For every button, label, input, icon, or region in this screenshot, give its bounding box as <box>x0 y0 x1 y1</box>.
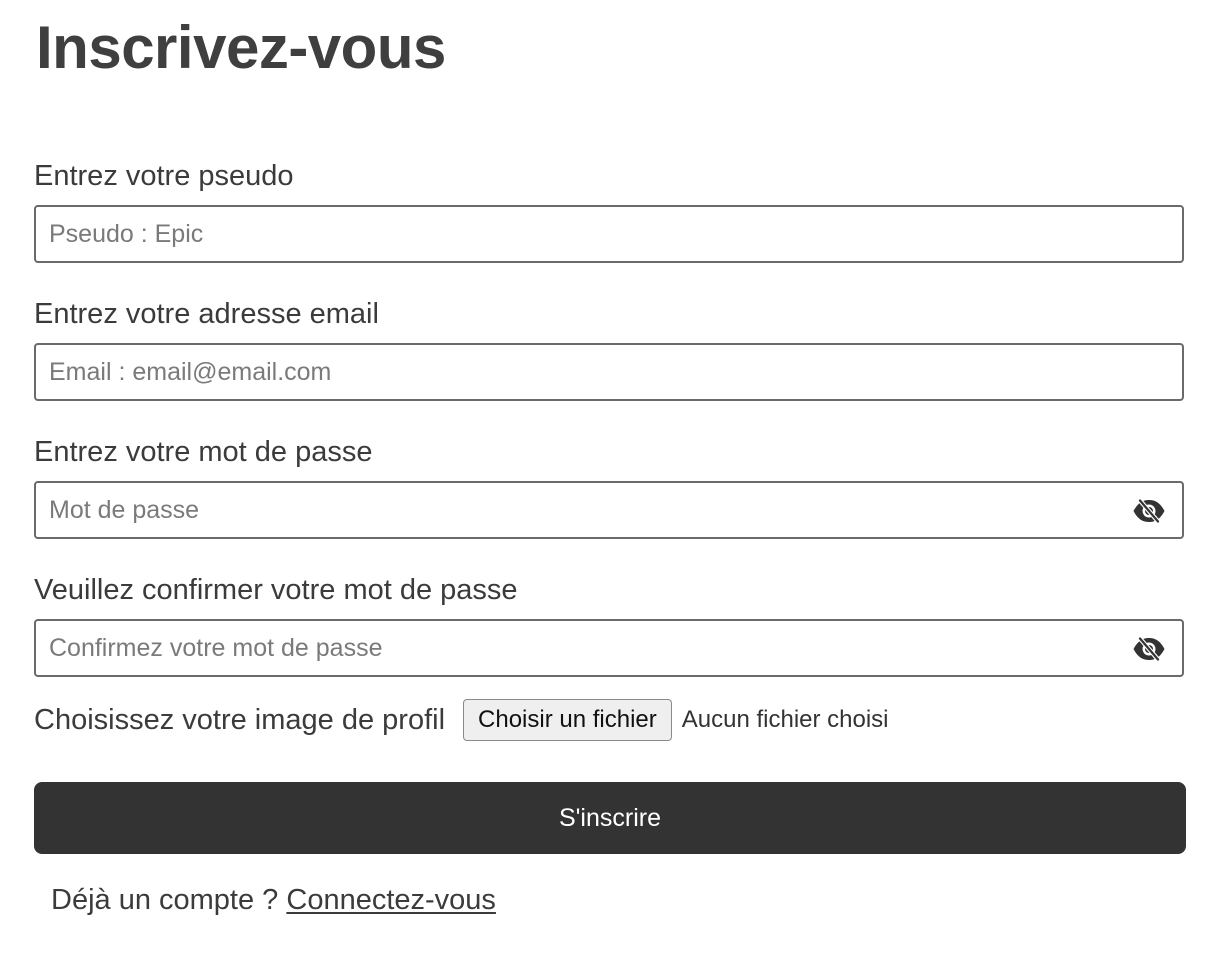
login-link[interactable]: Connectez-vous <box>286 884 496 916</box>
profile-image-row: Choisissez votre image de profil Choisir… <box>34 698 889 742</box>
pseudo-field <box>34 205 1184 263</box>
file-status-text: Aucun fichier choisi <box>681 706 889 733</box>
choose-file-button[interactable]: Choisir un fichier <box>463 699 672 741</box>
signup-page: Inscrivez-vous Entrez votre pseudo Entre… <box>0 0 1222 956</box>
eye-slash-icon[interactable] <box>1132 636 1166 662</box>
pseudo-label: Entrez votre pseudo <box>34 160 294 192</box>
email-field <box>34 343 1184 401</box>
confirm-password-label: Veuillez confirmer votre mot de passe <box>34 574 518 606</box>
password-input[interactable] <box>36 483 1182 537</box>
email-label: Entrez votre adresse email <box>34 298 379 330</box>
signup-button[interactable]: S'inscrire <box>34 782 1186 854</box>
password-field <box>34 481 1184 539</box>
email-input[interactable] <box>36 345 1182 399</box>
profile-image-label: Choisissez votre image de profil <box>34 704 446 736</box>
login-prompt-text: Déjà un compte ? <box>51 884 279 916</box>
pseudo-input[interactable] <box>36 207 1182 261</box>
confirm-password-input[interactable] <box>36 621 1182 675</box>
eye-slash-icon[interactable] <box>1132 498 1166 524</box>
page-title: Inscrivez-vous <box>36 14 446 81</box>
confirm-password-field <box>34 619 1184 677</box>
password-label: Entrez votre mot de passe <box>34 436 373 468</box>
login-prompt: Déjà un compte ? Connectez-vous <box>51 882 496 918</box>
